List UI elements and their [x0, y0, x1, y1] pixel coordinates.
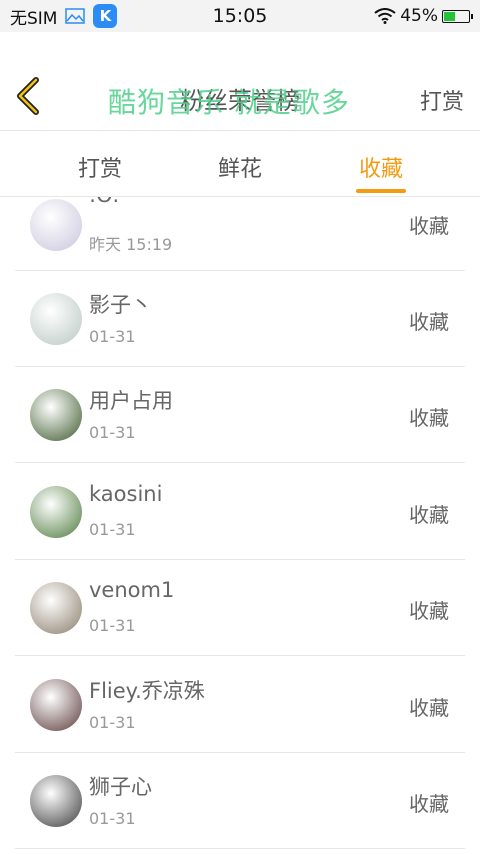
list-item[interactable]: 狮子心 01-31 收藏 [15, 753, 465, 849]
avatar [30, 679, 82, 731]
avatar [30, 486, 82, 538]
tab-flowers[interactable]: 鲜花 [200, 151, 280, 183]
tab-bar: 打赏 鲜花 收藏 [0, 131, 480, 197]
item-date: 01-31 [89, 327, 136, 346]
active-tab-indicator [356, 189, 406, 193]
user-name: Fliey.乔凉殊 [89, 679, 205, 703]
user-name: 狮子心 [89, 775, 152, 799]
user-name: venom1 [89, 578, 175, 602]
avatar [30, 389, 82, 441]
battery-icon [442, 9, 473, 23]
avatar [30, 775, 82, 827]
item-date: 01-31 [89, 713, 136, 732]
user-name: kaosini [89, 482, 163, 506]
user-name: 影子丶 [89, 293, 152, 317]
status-right: 45% [374, 6, 473, 26]
carrier-label: 无SIM [10, 8, 58, 29]
list-item[interactable]: kaosini 01-31 收藏 [15, 464, 465, 560]
favorite-label[interactable]: 收藏 [409, 499, 449, 528]
watermark-overlay: 酷狗音乐 就是歌多 [108, 86, 350, 119]
kugou-app-icon: K [93, 4, 118, 28]
item-date: 01-31 [89, 423, 136, 442]
avatar [30, 582, 82, 634]
list-item[interactable]: 用户占用 01-31 收藏 [15, 367, 465, 463]
user-name: :O: [89, 197, 119, 207]
favorite-label[interactable]: 收藏 [409, 306, 449, 335]
reward-button[interactable]: 打赏 [420, 84, 464, 116]
list-item[interactable]: 影子丶 01-31 收藏 [15, 271, 465, 367]
battery-percent: 45% [400, 6, 438, 26]
battery-fill [444, 11, 455, 21]
status-bar: 无SIM K 15:05 45% [0, 0, 480, 32]
list-item[interactable]: Fliey.乔凉殊 01-31 收藏 [15, 657, 465, 753]
avatar [30, 293, 82, 345]
item-date: 01-31 [89, 616, 136, 635]
gallery-icon [65, 8, 86, 24]
list-item[interactable]: venom1 01-31 收藏 [15, 560, 465, 656]
favorite-label[interactable]: 收藏 [409, 692, 449, 721]
item-date: 01-31 [89, 520, 136, 539]
avatar [30, 199, 82, 251]
item-date: 01-31 [89, 809, 136, 828]
favorite-label[interactable]: 收藏 [409, 402, 449, 431]
item-date: 昨天 15:19 [89, 235, 173, 254]
user-name: 用户占用 [89, 389, 173, 413]
favorite-label[interactable]: 收藏 [409, 788, 449, 817]
page-header: 粉丝荣誉榜 酷狗音乐 就是歌多 打赏 [0, 32, 480, 131]
favorite-label[interactable]: 收藏 [409, 210, 449, 239]
list-item[interactable]: :O: 昨天 15:19 收藏 [15, 197, 465, 271]
tab-reward[interactable]: 打赏 [60, 151, 140, 183]
wifi-icon [374, 8, 396, 24]
fan-list: :O: 昨天 15:19 收藏 影子丶 01-31 收藏 用户占用 01-31 … [0, 197, 480, 854]
favorite-label[interactable]: 收藏 [409, 595, 449, 624]
tab-favorites[interactable]: 收藏 [341, 151, 421, 183]
